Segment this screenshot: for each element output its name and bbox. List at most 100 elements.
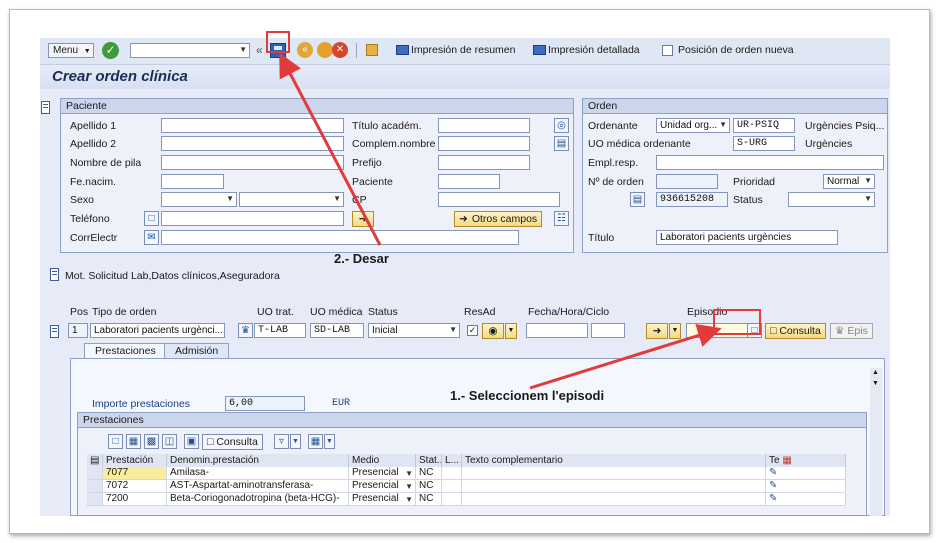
delete-row-icon[interactable]: ▩: [144, 434, 159, 449]
new-row-icon[interactable]: □: [108, 434, 123, 449]
extra-dropdown-button[interactable]: ▼: [669, 323, 681, 339]
resad-button[interactable]: ◉: [482, 323, 504, 339]
sexo-secondary-select[interactable]: [239, 192, 344, 207]
scrollbar[interactable]: ▲ ▼: [870, 368, 882, 516]
column-medio[interactable]: Medio: [349, 454, 416, 467]
otros-campos-button[interactable]: ➜ Otros campos: [454, 211, 543, 227]
ordenante-code-input[interactable]: UR-PSIQ: [733, 118, 795, 133]
copy-row-icon[interactable]: ◫: [162, 434, 177, 449]
resad-dropdown-button[interactable]: ▼: [505, 323, 517, 339]
mot-toggle-icon[interactable]: [50, 268, 59, 281]
toggle-panel-icon[interactable]: [41, 101, 50, 114]
scroll-up-icon[interactable]: ▲: [872, 369, 879, 376]
row-selector[interactable]: [87, 480, 103, 493]
extra-button[interactable]: ➜: [646, 323, 668, 339]
table-cell-texto[interactable]: [462, 493, 766, 506]
consulta-button[interactable]: □ Consulta: [765, 323, 826, 339]
table-cell-code[interactable]: 7200: [103, 493, 167, 506]
command-field[interactable]: [130, 43, 250, 58]
ordenante-type-select[interactable]: Unidad org...: [656, 118, 730, 133]
hora-input[interactable]: [591, 323, 625, 338]
exit-icon[interactable]: «: [297, 42, 313, 58]
uo-medica-value[interactable]: SD-LAB: [310, 323, 364, 338]
nombre-input[interactable]: [161, 155, 344, 170]
edit-text-icon[interactable]: ✎: [769, 467, 777, 478]
email-icon[interactable]: ✉: [144, 230, 159, 245]
patient-lookup-icon[interactable]: ▤: [554, 136, 569, 151]
uo-trat-value[interactable]: T-LAB: [254, 323, 306, 338]
status-value-select[interactable]: Inicial: [368, 323, 460, 338]
edit-text-icon[interactable]: ✎: [769, 480, 777, 491]
delete-icon[interactable]: ☷: [554, 211, 569, 226]
details-icon[interactable]: ▣: [184, 434, 199, 449]
prioridad-select[interactable]: Normal: [823, 174, 875, 189]
new-order-position-checkbox[interactable]: [662, 45, 673, 56]
complem-nombre-input[interactable]: [438, 136, 530, 151]
prefijo-input[interactable]: [438, 155, 530, 170]
enter-check-icon[interactable]: ✓: [102, 42, 119, 59]
table-cell-code[interactable]: 7077: [103, 467, 167, 480]
sexo-select[interactable]: [161, 192, 237, 207]
table-cell-code[interactable]: 7072: [103, 480, 167, 493]
titulo-academ-input[interactable]: [438, 118, 530, 133]
correo-input[interactable]: [161, 230, 519, 245]
fenacim-input[interactable]: [161, 174, 224, 189]
new-item-icon[interactable]: [366, 44, 378, 56]
print-summary-icon[interactable]: [396, 45, 409, 55]
table-cell-medio[interactable]: Presencial: [349, 467, 416, 480]
layout-dropdown-icon[interactable]: ▼: [324, 434, 335, 449]
apellido2-input[interactable]: [161, 136, 344, 151]
table-cell-te[interactable]: ✎: [766, 467, 846, 480]
tipo-value[interactable]: Laboratori pacients urgènci...: [90, 323, 225, 338]
column-settings-icon[interactable]: ▦: [782, 455, 791, 466]
tab-admision[interactable]: Admisión: [164, 343, 230, 358]
table-cell-texto[interactable]: [462, 480, 766, 493]
table-cell-texto[interactable]: [462, 467, 766, 480]
fecha-input[interactable]: [526, 323, 588, 338]
table-cell-te[interactable]: ✎: [766, 480, 846, 493]
print-summary-button[interactable]: Impresión de resumen: [411, 44, 515, 56]
paciente-input[interactable]: [438, 174, 500, 189]
scroll-down-icon[interactable]: ▼: [872, 380, 879, 387]
filter-dropdown-icon[interactable]: ▼: [290, 434, 301, 449]
emplresp-input[interactable]: [656, 155, 884, 170]
uo-medica-code-input[interactable]: S-URG: [733, 136, 795, 151]
print-detail-icon[interactable]: [533, 45, 546, 55]
table-cell-medio[interactable]: Presencial: [349, 493, 416, 506]
column-stat[interactable]: Stat...: [416, 454, 442, 467]
telefono-input[interactable]: [161, 211, 344, 226]
table-consulta-button[interactable]: □ Consulta: [202, 434, 263, 450]
select-all-column[interactable]: ▤: [87, 454, 103, 467]
titulo-input[interactable]: Laboratori pacients urgències: [656, 230, 838, 245]
phone-icon[interactable]: □: [144, 211, 159, 226]
layout-icon[interactable]: ▦: [308, 434, 323, 449]
back-icon[interactable]: «: [256, 43, 263, 57]
binoculars-icon[interactable]: ◎: [554, 118, 569, 133]
menu-button[interactable]: Menu ▼: [48, 43, 94, 58]
position-toggle-icon[interactable]: [50, 325, 59, 338]
resad-checkbox[interactable]: ✓: [467, 325, 478, 336]
order-doc-icon[interactable]: ▤: [630, 192, 645, 207]
address-search-button[interactable]: ➜: [352, 211, 374, 227]
epis-button[interactable]: ♛ Epis: [830, 323, 873, 339]
cancel-icon[interactable]: [317, 42, 333, 58]
row-selector[interactable]: [87, 467, 103, 480]
edit-text-icon[interactable]: ✎: [769, 493, 777, 504]
mot-solicitud-link[interactable]: Mot. Solicitud Lab,Datos clínicos,Asegur…: [65, 270, 280, 282]
column-denominacion[interactable]: Denomin.prestación: [167, 454, 349, 467]
column-texto[interactable]: Texto complementario: [462, 454, 766, 467]
column-prestacion[interactable]: Prestación: [103, 454, 167, 467]
print-detail-button[interactable]: Impresión detallada: [548, 44, 640, 56]
apellido1-input[interactable]: [161, 118, 344, 133]
table-cell-te[interactable]: ✎: [766, 493, 846, 506]
row-selector[interactable]: [87, 493, 103, 506]
column-l[interactable]: L...: [442, 454, 462, 467]
tab-prestaciones[interactable]: Prestaciones: [84, 343, 167, 358]
cp-input[interactable]: [438, 192, 560, 207]
cancel-red-icon[interactable]: ✕: [332, 42, 348, 58]
status-select[interactable]: [788, 192, 875, 207]
team-icon[interactable]: ♛: [238, 323, 253, 338]
table-cell-medio[interactable]: Presencial: [349, 480, 416, 493]
add-row-icon[interactable]: ▦: [126, 434, 141, 449]
column-te[interactable]: Te ▦: [766, 454, 846, 467]
